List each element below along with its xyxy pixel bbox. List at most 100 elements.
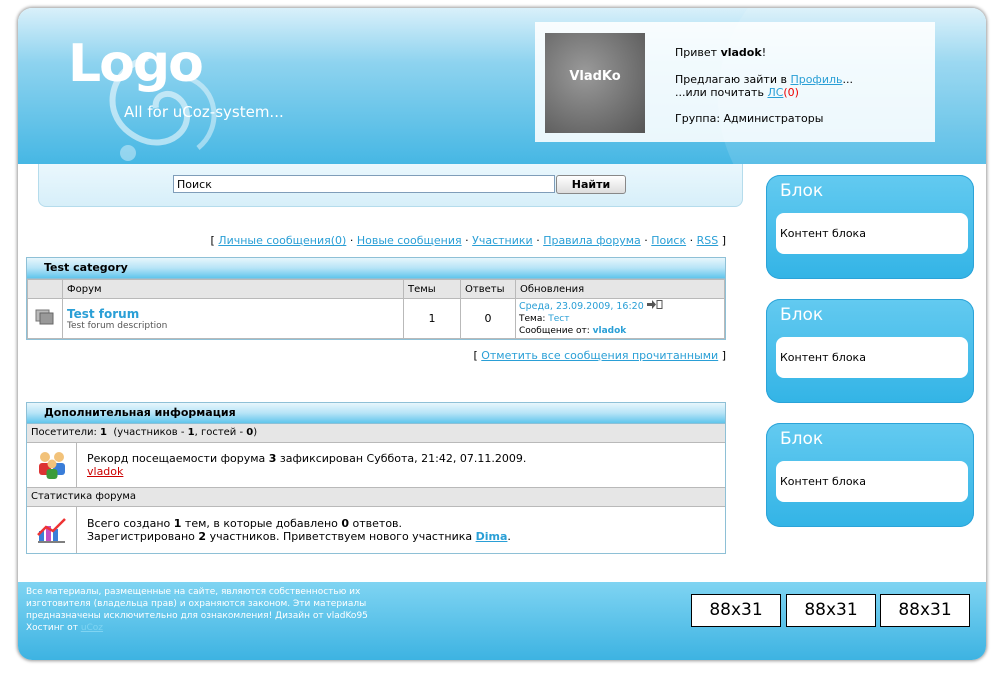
nav-members[interactable]: Участники bbox=[472, 234, 533, 247]
profile-line: Предлагаю зайти в Профиль... bbox=[675, 73, 853, 86]
visitors-members-label: (участников - bbox=[113, 427, 185, 438]
visitors-members: 1 bbox=[187, 427, 195, 438]
nav-separator: · bbox=[536, 234, 540, 247]
site-slogan: All for uCoz-system... bbox=[124, 103, 284, 121]
message-user-link[interactable]: vladok bbox=[593, 326, 627, 336]
stats-replies: 0 bbox=[341, 517, 350, 530]
record-count: 3 bbox=[268, 452, 277, 465]
nav-separator: · bbox=[644, 234, 648, 247]
sidebar-block: Блок Контент блока bbox=[766, 423, 974, 527]
last-post-arrow-icon[interactable] bbox=[646, 300, 663, 309]
banner-88x31[interactable]: 88x31 bbox=[880, 594, 970, 627]
nav-separator: · bbox=[465, 234, 469, 247]
pm-line: ...или почитать ЛС(0) bbox=[675, 86, 799, 99]
col-forum: Форум bbox=[62, 279, 404, 299]
greeting-username: vladok bbox=[720, 46, 762, 59]
search-bar: Найти bbox=[38, 164, 743, 207]
block-content: Контент блока bbox=[776, 337, 968, 378]
visitors-bar: Посетители: 1 (участников - 1, гостей - … bbox=[27, 424, 725, 443]
avatar[interactable]: VladKo bbox=[545, 33, 645, 133]
search-input[interactable] bbox=[173, 175, 555, 193]
forum-icon-cell bbox=[27, 298, 63, 339]
block-title: Блок bbox=[780, 181, 824, 201]
pm-link[interactable]: ЛС bbox=[767, 86, 783, 99]
update-date[interactable]: Среда, 23.09.2009, 16:20 bbox=[519, 301, 644, 312]
record-user-link[interactable]: vladok bbox=[87, 465, 123, 478]
users-group-icon bbox=[27, 443, 77, 487]
mark-read-bracket-open: [ bbox=[473, 349, 478, 362]
page-frame: Logo All for uCoz-system... VladKo Приве… bbox=[18, 8, 986, 660]
nav-separator: · bbox=[689, 234, 694, 247]
block-content: Контент блока bbox=[776, 461, 968, 502]
nav-rss[interactable]: RSS bbox=[697, 234, 719, 247]
forum-topics-count: 1 bbox=[403, 298, 461, 339]
stats-line2-a: Зарегистрировано bbox=[87, 530, 195, 543]
stats-text: Всего создано 1 тем, в которые добавлено… bbox=[77, 517, 511, 543]
site-header: Logo All for uCoz-system... VladKo Приве… bbox=[18, 8, 986, 248]
sidebar-block: Блок Контент блока bbox=[766, 175, 974, 279]
site-logo[interactable]: Logo bbox=[68, 34, 204, 94]
additional-info: Дополнительная информация Посетители: 1 … bbox=[26, 402, 726, 554]
block-content: Контент блока bbox=[776, 213, 968, 254]
visitors-close: ) bbox=[253, 427, 258, 438]
record-text-a: Рекорд посещаемости форума bbox=[87, 452, 266, 465]
nav-bracket-open: [ bbox=[210, 234, 215, 247]
forum-folder-icon bbox=[35, 309, 54, 325]
forum-cell: Test forum Test forum description bbox=[62, 298, 404, 339]
forum-link[interactable]: Test forum bbox=[67, 307, 399, 321]
visitors-guests-label: , гостей - bbox=[194, 427, 244, 438]
profile-suffix: ... bbox=[842, 73, 854, 86]
search-button[interactable]: Найти bbox=[556, 175, 626, 194]
block-title: Блок bbox=[780, 429, 824, 449]
stats-line1-b: тем, в которые добавлено bbox=[184, 517, 338, 530]
info-title: Дополнительная информация bbox=[27, 403, 725, 424]
mark-read-line: [ Отметить все сообщения прочитанными ] bbox=[26, 349, 726, 362]
mark-read-bracket-close: ] bbox=[721, 349, 726, 362]
greeting-prefix: Привет bbox=[675, 46, 718, 59]
banner-88x31[interactable]: 88x31 bbox=[691, 594, 781, 627]
profile-link[interactable]: Профиль bbox=[790, 73, 842, 86]
record-text-b: зафиксирован Суббота, 21:42, 07.11.2009. bbox=[279, 452, 527, 465]
col-replies: Ответы bbox=[460, 279, 516, 299]
topic-label: Тема: bbox=[519, 314, 546, 324]
user-panel: VladKo Привет vladok! Предлагаю зайти в … bbox=[535, 22, 935, 142]
forum-category: Test category Форум Темы Ответы Обновлен… bbox=[26, 257, 726, 340]
record-text: Рекорд посещаемости форума 3 зафиксирова… bbox=[77, 452, 526, 478]
footer-copyright-text: Все материалы, размещенные на сайте, явл… bbox=[26, 587, 368, 621]
stats-topics: 1 bbox=[173, 517, 182, 530]
new-member-link[interactable]: Dima bbox=[476, 530, 508, 543]
nav-bracket-close: ] bbox=[721, 234, 726, 247]
banner-88x31[interactable]: 88x31 bbox=[786, 594, 876, 627]
pm-prefix: ...или почитать bbox=[675, 86, 764, 99]
stats-chart-icon bbox=[27, 507, 77, 553]
mark-all-read-link[interactable]: Отметить все сообщения прочитанными bbox=[481, 349, 718, 362]
col-topics: Темы bbox=[403, 279, 461, 299]
stats-line2-c: . bbox=[507, 530, 511, 543]
stats-line2-b: участников. Приветствуем нового участник… bbox=[209, 530, 473, 543]
nav-separator: · bbox=[349, 234, 354, 247]
sidebar-block: Блок Контент блока bbox=[766, 299, 974, 403]
greeting-line: Привет vladok! bbox=[675, 46, 766, 59]
pm-count: (0) bbox=[783, 86, 799, 99]
category-title[interactable]: Test category bbox=[27, 258, 725, 279]
stats-row: Всего создано 1 тем, в которые добавлено… bbox=[27, 507, 725, 553]
nav-search[interactable]: Поиск bbox=[651, 234, 686, 247]
record-row: Рекорд посещаемости форума 3 зафиксирова… bbox=[27, 443, 725, 487]
greeting-suffix: ! bbox=[761, 46, 767, 59]
forum-replies-count: 0 bbox=[460, 298, 516, 339]
hosting-link[interactable]: uCoz bbox=[81, 623, 103, 633]
table-header-row: Форум Темы Ответы Обновления bbox=[27, 279, 725, 299]
nav-private-messages[interactable]: Личные сообщения(0) bbox=[218, 234, 346, 247]
nav-new-messages[interactable]: Новые сообщения bbox=[357, 234, 462, 247]
stats-members: 2 bbox=[198, 530, 207, 543]
stats-line1-a: Всего создано bbox=[87, 517, 171, 530]
forum-description: Test forum description bbox=[67, 320, 168, 331]
stats-bar: Статистика форума bbox=[27, 487, 725, 507]
nav-forum-rules[interactable]: Правила форума bbox=[543, 234, 641, 247]
forum-updates-cell: Среда, 23.09.2009, 16:20 Тема: Тест Сооб… bbox=[515, 298, 725, 339]
visitors-total: 1 bbox=[100, 427, 108, 438]
topic-link[interactable]: Тест bbox=[548, 314, 569, 324]
footer-copyright: Все материалы, размещенные на сайте, явл… bbox=[26, 586, 396, 634]
message-from-label: Сообщение от: bbox=[519, 326, 590, 336]
table-row: Test forum Test forum description 1 0 Ср… bbox=[27, 298, 725, 339]
